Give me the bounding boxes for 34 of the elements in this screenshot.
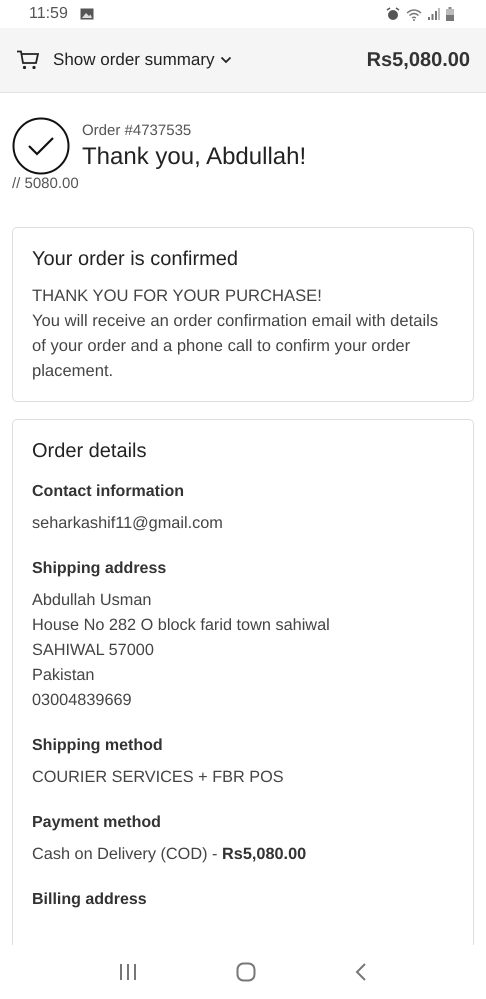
- section-heading: Payment method: [32, 814, 162, 832]
- order-total: Rs5,080.00: [366, 48, 470, 72]
- recent-apps-icon[interactable]: [119, 963, 138, 981]
- signal-icon: [428, 8, 440, 20]
- detail-text: Abdullah Usman: [32, 590, 152, 611]
- back-icon[interactable]: [354, 962, 367, 982]
- detail-text: SAHIWAL 57000: [32, 640, 155, 661]
- detail-text: Cash on Delivery (COD) - Rs5,080.00: [32, 844, 308, 865]
- section-heading: Contact information: [32, 483, 185, 501]
- show-order-summary-button[interactable]: Show order summary: [53, 50, 232, 70]
- detail-text: Pakistan: [32, 665, 96, 686]
- caret-icon: [220, 56, 232, 64]
- check-circle-icon: [12, 117, 70, 175]
- image-icon: [80, 8, 94, 20]
- confirmation-text: You will receive an order confirmation email with details of your order and a phone call to confirm your order placement.: [32, 310, 440, 382]
- order-number: Order #4737535: [82, 122, 192, 138]
- card-title: Order details: [32, 440, 148, 463]
- home-icon[interactable]: [236, 962, 256, 982]
- wifi-icon: [406, 8, 422, 20]
- section-heading: Shipping address: [32, 560, 168, 578]
- cart-icon: [17, 50, 39, 70]
- detail-text: House No 282 O block farid town sahiwal: [32, 615, 331, 636]
- card-title: Your order is confirmed: [32, 248, 240, 271]
- confirmation-text: THANK YOU FOR YOUR PURCHASE!: [32, 285, 323, 307]
- section-heading: Billing address: [32, 891, 148, 909]
- order-note: // 5080.00: [12, 175, 80, 192]
- clock: 11:59: [29, 5, 68, 23]
- detail-text: 03004839669: [32, 690, 133, 711]
- alarm-icon: [386, 7, 400, 21]
- thank-you-heading: Thank you, Abdullah!: [82, 142, 306, 170]
- detail-text: seharkashif11@gmail.com: [32, 513, 224, 534]
- detail-text: COURIER SERVICES + FBR POS: [32, 767, 285, 788]
- battery-icon: [446, 7, 454, 21]
- section-heading: Shipping method: [32, 737, 164, 755]
